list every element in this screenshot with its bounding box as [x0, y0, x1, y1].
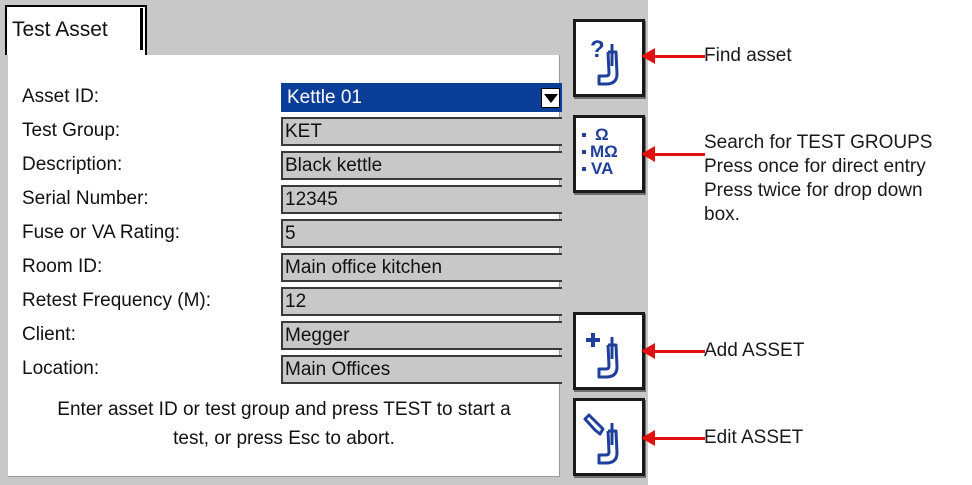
- edit-asset-button[interactable]: [573, 398, 645, 476]
- asset-id-select[interactable]: Kettle 01: [281, 83, 564, 112]
- test-groups-callout-line-3: Press twice for drop down: [704, 180, 923, 201]
- test-groups-callout-line-4: box.: [704, 204, 740, 225]
- location-label: Location:: [22, 358, 100, 379]
- serial-number-field[interactable]: 12345: [281, 185, 564, 214]
- tab-divider: [140, 8, 143, 50]
- form-row-retest-frequency: Retest Frequency (M): 12: [16, 287, 564, 317]
- asset-form: Asset ID: Kettle 01 Test Group: KET Desc…: [8, 55, 564, 477]
- tab-test-asset[interactable]: Test Asset: [5, 5, 147, 55]
- edit-asset-callout-line: Edit ASSET: [704, 427, 804, 448]
- asset-id-value: Kettle 01: [287, 87, 362, 108]
- retest-frequency-field[interactable]: 12: [281, 287, 564, 316]
- find-asset-callout-arrow: [641, 48, 705, 64]
- test-groups-button[interactable]: Ω MΩ VA: [573, 115, 645, 193]
- form-row-test-group: Test Group: KET: [16, 117, 564, 147]
- edit-asset-callout: Edit ASSET: [704, 426, 803, 450]
- client-field[interactable]: Megger: [281, 321, 564, 350]
- add-asset-callout-line: Add ASSET: [704, 340, 805, 361]
- test-groups-callout-line-1: Search for TEST GROUPS: [704, 132, 933, 153]
- location-field[interactable]: Main Offices: [281, 355, 564, 384]
- find-asset-icon: ?: [590, 36, 619, 86]
- instruction-line-2: test, or press Esc to abort.: [173, 428, 395, 449]
- room-id-label: Room ID:: [22, 256, 103, 277]
- instruction-text: Enter asset ID or test group and press T…: [8, 395, 560, 453]
- form-row-location: Location: Main Offices: [16, 355, 564, 385]
- svg-text:VA: VA: [591, 159, 613, 178]
- test-groups-callout-arrow: [641, 146, 705, 162]
- fuse-rating-field[interactable]: 5: [281, 219, 564, 248]
- asset-id-label: Asset ID:: [22, 86, 100, 107]
- instruction-line-1: Enter asset ID or test group and press T…: [57, 399, 511, 420]
- test-groups-icon: Ω MΩ VA: [582, 125, 618, 178]
- retest-frequency-label: Retest Frequency (M):: [22, 290, 211, 311]
- form-row-asset-id: Asset ID: Kettle 01: [16, 83, 564, 113]
- description-label: Description:: [22, 154, 123, 175]
- edit-asset-callout-arrow: [641, 430, 705, 446]
- test-groups-callout-line-2: Press once for direct entry: [704, 156, 926, 177]
- form-row-fuse-rating: Fuse or VA Rating: 5: [16, 219, 564, 249]
- dropdown-arrow-icon[interactable]: [541, 88, 560, 108]
- add-asset-callout: Add ASSET: [704, 339, 804, 363]
- form-row-serial-number: Serial Number: 12345: [16, 185, 564, 215]
- room-id-field[interactable]: Main office kitchen: [281, 253, 564, 282]
- test-groups-callout: Search for TEST GROUPS Press once for di…: [704, 131, 932, 227]
- client-label: Client:: [22, 324, 76, 345]
- test-group-label: Test Group:: [22, 120, 121, 141]
- find-asset-callout: Find asset: [704, 44, 792, 68]
- form-row-room-id: Room ID: Main office kitchen: [16, 253, 564, 283]
- add-asset-icon: [586, 333, 619, 379]
- add-asset-button[interactable]: [573, 312, 645, 390]
- fuse-rating-label: Fuse or VA Rating:: [22, 222, 181, 243]
- serial-number-label: Serial Number:: [22, 188, 149, 209]
- form-row-description: Description: Black kettle: [16, 151, 564, 181]
- add-asset-callout-arrow: [641, 343, 705, 359]
- find-asset-button[interactable]: ?: [573, 19, 645, 97]
- description-field[interactable]: Black kettle: [281, 151, 564, 180]
- edit-asset-icon: [583, 413, 619, 465]
- test-group-field[interactable]: KET: [281, 117, 564, 146]
- svg-text:?: ?: [590, 36, 605, 63]
- tab-label: Test Asset: [12, 18, 108, 41]
- find-asset-callout-line: Find asset: [704, 45, 792, 66]
- form-row-client: Client: Megger: [16, 321, 564, 351]
